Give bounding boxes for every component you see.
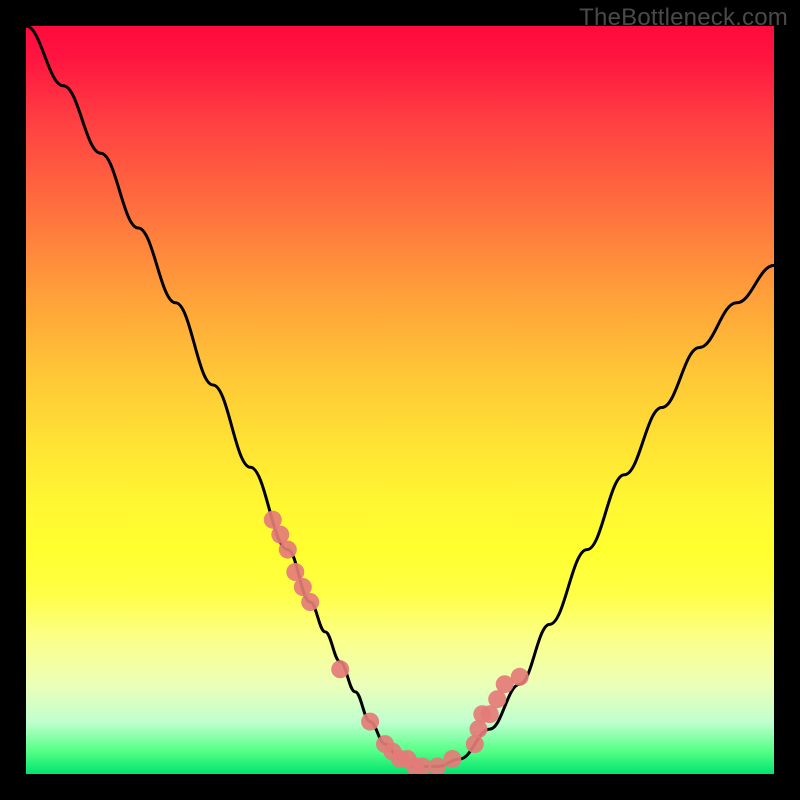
watermark-text: TheBottleneck.com <box>579 4 788 32</box>
data-point <box>301 593 319 611</box>
plot-area <box>26 26 774 774</box>
data-point <box>466 735 484 753</box>
chart-frame: TheBottleneck.com <box>0 0 800 800</box>
data-markers <box>264 511 529 774</box>
data-point <box>331 660 349 678</box>
curve-svg <box>26 26 774 774</box>
data-point <box>511 668 529 686</box>
data-point <box>279 541 297 559</box>
data-point <box>443 750 461 768</box>
bottleneck-curve <box>26 26 774 767</box>
data-point <box>361 713 379 731</box>
